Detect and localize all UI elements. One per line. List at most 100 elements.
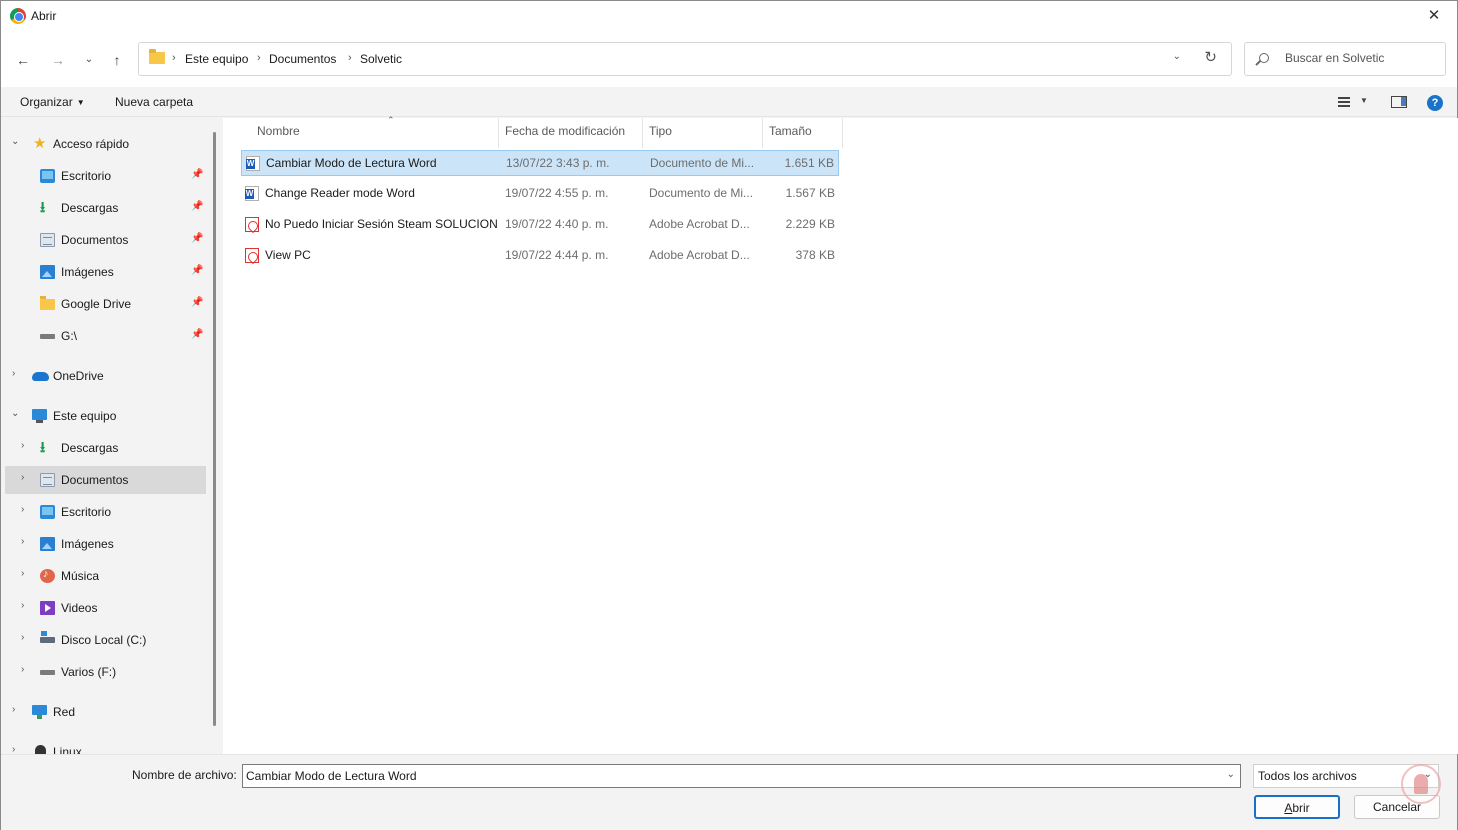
search-input[interactable]: [1285, 51, 1435, 65]
title-bar: Abrir ✕: [1, 1, 1457, 33]
column-header-date[interactable]: Fecha de modificación: [499, 118, 643, 148]
sidebar-item-onedrive[interactable]: › OneDrive: [5, 362, 206, 390]
sidebar-item-imagenes[interactable]: Imágenes 📌: [5, 258, 206, 286]
table-row[interactable]: View PC 19/07/22 4:44 p. m. Adobe Acroba…: [241, 243, 839, 269]
search-box[interactable]: [1244, 42, 1446, 76]
chevron-down-icon[interactable]: ⌄: [11, 408, 19, 419]
word-icon: [246, 156, 260, 171]
folder-icon: [40, 296, 55, 310]
column-header-label: Nombre: [257, 124, 300, 138]
sidebar-item-label: Varios (F:): [61, 665, 117, 679]
sidebar-scrollbar[interactable]: [213, 132, 216, 726]
sidebar-item-label: Descargas: [61, 441, 119, 455]
drive-icon: [40, 670, 55, 675]
chevron-right-icon[interactable]: ›: [21, 568, 24, 579]
sidebar-item-label: Videos: [61, 601, 98, 615]
file-name: Change Reader mode Word: [265, 186, 415, 200]
sidebar-item-musica[interactable]: › Música: [5, 562, 206, 590]
chevron-right-icon[interactable]: ›: [21, 600, 24, 611]
sidebar-item-g-drive[interactable]: G:\ 📌: [5, 322, 206, 350]
sidebar-item-descargas[interactable]: ⭳ Descargas 📌: [5, 194, 206, 222]
back-button[interactable]: ←: [12, 49, 34, 71]
filename-input[interactable]: [246, 769, 1206, 783]
breadcrumb-solvetic[interactable]: Solvetic: [360, 52, 402, 66]
column-header-name[interactable]: Nombre ⌃: [241, 115, 499, 148]
up-button[interactable]: ↑: [106, 49, 128, 71]
sidebar-item-red[interactable]: › Red: [5, 698, 206, 726]
chevron-right-icon[interactable]: ›: [21, 632, 24, 643]
sidebar-item-este-equipo[interactable]: ⌄ Este equipo: [5, 402, 206, 430]
file-date: 19/07/22 4:40 p. m.: [505, 217, 609, 231]
sidebar-item-documentos-pc[interactable]: › Documentos: [5, 466, 206, 494]
pin-icon: 📌: [191, 201, 204, 212]
sidebar-item-label: Descargas: [61, 201, 119, 215]
sidebar-item-descargas-pc[interactable]: › ⭳ Descargas: [5, 434, 206, 462]
file-list: Nombre ⌃ Fecha de modificación Tipo Tama…: [223, 115, 1458, 754]
sort-ascending-icon: ⌃: [387, 115, 395, 125]
breadcrumb-documentos[interactable]: Documentos: [269, 52, 336, 66]
sidebar-item-documentos[interactable]: Documentos 📌: [5, 226, 206, 254]
chevron-right-icon[interactable]: ›: [21, 536, 24, 547]
view-options-chevron-icon[interactable]: ▼: [1360, 96, 1368, 105]
preview-pane-icon[interactable]: [1391, 96, 1407, 108]
chevron-down-icon[interactable]: ⌄: [11, 136, 19, 147]
view-details-icon[interactable]: [1338, 97, 1350, 107]
chevron-right-icon[interactable]: ›: [21, 440, 24, 451]
forward-button[interactable]: →: [47, 49, 69, 71]
file-name: Cambiar Modo de Lectura Word: [266, 156, 437, 170]
chrome-app-icon: [10, 8, 26, 24]
close-button[interactable]: ✕: [1411, 1, 1457, 33]
pin-icon: 📌: [191, 265, 204, 276]
file-size: 2.229 KB: [785, 217, 835, 231]
documents-icon: [40, 473, 55, 487]
sidebar-item-linux[interactable]: › Linux: [5, 738, 206, 754]
address-bar[interactable]: › Este equipo › Documentos › Solvetic ⌄ …: [138, 42, 1232, 76]
chevron-right-icon[interactable]: ›: [12, 368, 15, 379]
breadcrumb-separator[interactable]: ›: [348, 52, 352, 64]
chevron-right-icon[interactable]: ›: [21, 504, 24, 515]
breadcrumb-separator[interactable]: ›: [257, 52, 261, 64]
sidebar-item-acceso-rapido[interactable]: ⌄ ★ Acceso rápido: [5, 130, 206, 158]
word-icon: [245, 186, 259, 201]
organize-button[interactable]: Organizar ▼: [20, 95, 85, 109]
recent-locations-button[interactable]: ⌄: [78, 49, 100, 71]
sidebar-item-disco-local[interactable]: › Disco Local (C:): [5, 626, 206, 654]
chevron-right-icon[interactable]: ›: [12, 744, 15, 754]
sidebar-item-varios[interactable]: › Varios (F:): [5, 658, 206, 686]
download-icon: ⭳: [40, 439, 46, 456]
chevron-right-icon[interactable]: ›: [12, 704, 15, 715]
file-date: 19/07/22 4:44 p. m.: [505, 248, 609, 262]
desktop-icon: [40, 169, 55, 183]
sidebar-item-label: Imágenes: [61, 537, 114, 551]
breadcrumb-este-equipo[interactable]: Este equipo: [185, 52, 248, 66]
help-icon[interactable]: ?: [1427, 95, 1443, 111]
filename-combobox[interactable]: ⌄: [242, 764, 1241, 788]
open-button[interactable]: Abrir: [1254, 795, 1340, 819]
command-toolbar: Organizar ▼ Nueva carpeta ▼ ?: [1, 87, 1457, 117]
sidebar-item-escritorio[interactable]: Escritorio 📌: [5, 162, 206, 190]
chevron-down-icon[interactable]: ⌄: [1227, 769, 1235, 780]
sidebar-item-escritorio-pc[interactable]: › Escritorio: [5, 498, 206, 526]
breadcrumb-separator: ›: [172, 52, 176, 64]
address-dropdown-chevron-icon[interactable]: ⌄: [1173, 51, 1181, 62]
column-header-type[interactable]: Tipo: [643, 118, 763, 148]
chevron-right-icon[interactable]: ›: [21, 472, 24, 483]
new-folder-button[interactable]: Nueva carpeta: [115, 95, 193, 109]
table-row[interactable]: No Puedo Iniciar Sesión Steam SOLUCION 1…: [241, 212, 839, 238]
watermark-logo-icon: [1401, 764, 1441, 804]
sidebar-item-label: Linux: [53, 745, 82, 754]
sidebar-item-google-drive[interactable]: Google Drive 📌: [5, 290, 206, 318]
pin-icon: 📌: [191, 329, 204, 340]
sidebar-item-imagenes-pc[interactable]: › Imágenes: [5, 530, 206, 558]
table-row[interactable]: Cambiar Modo de Lectura Word 13/07/22 3:…: [241, 150, 839, 176]
table-row[interactable]: Change Reader mode Word 19/07/22 4:55 p.…: [241, 181, 839, 207]
sidebar-item-label: OneDrive: [53, 369, 104, 383]
videos-icon: [40, 601, 55, 615]
refresh-icon[interactable]: ↻: [1204, 48, 1217, 66]
column-header-size[interactable]: Tamaño: [763, 118, 843, 148]
file-name: No Puedo Iniciar Sesión Steam SOLUCION: [265, 217, 498, 231]
chevron-right-icon[interactable]: ›: [21, 664, 24, 675]
disk-icon: [40, 631, 55, 643]
sidebar-item-label: Música: [61, 569, 100, 583]
sidebar-item-videos[interactable]: › Videos: [5, 594, 206, 622]
